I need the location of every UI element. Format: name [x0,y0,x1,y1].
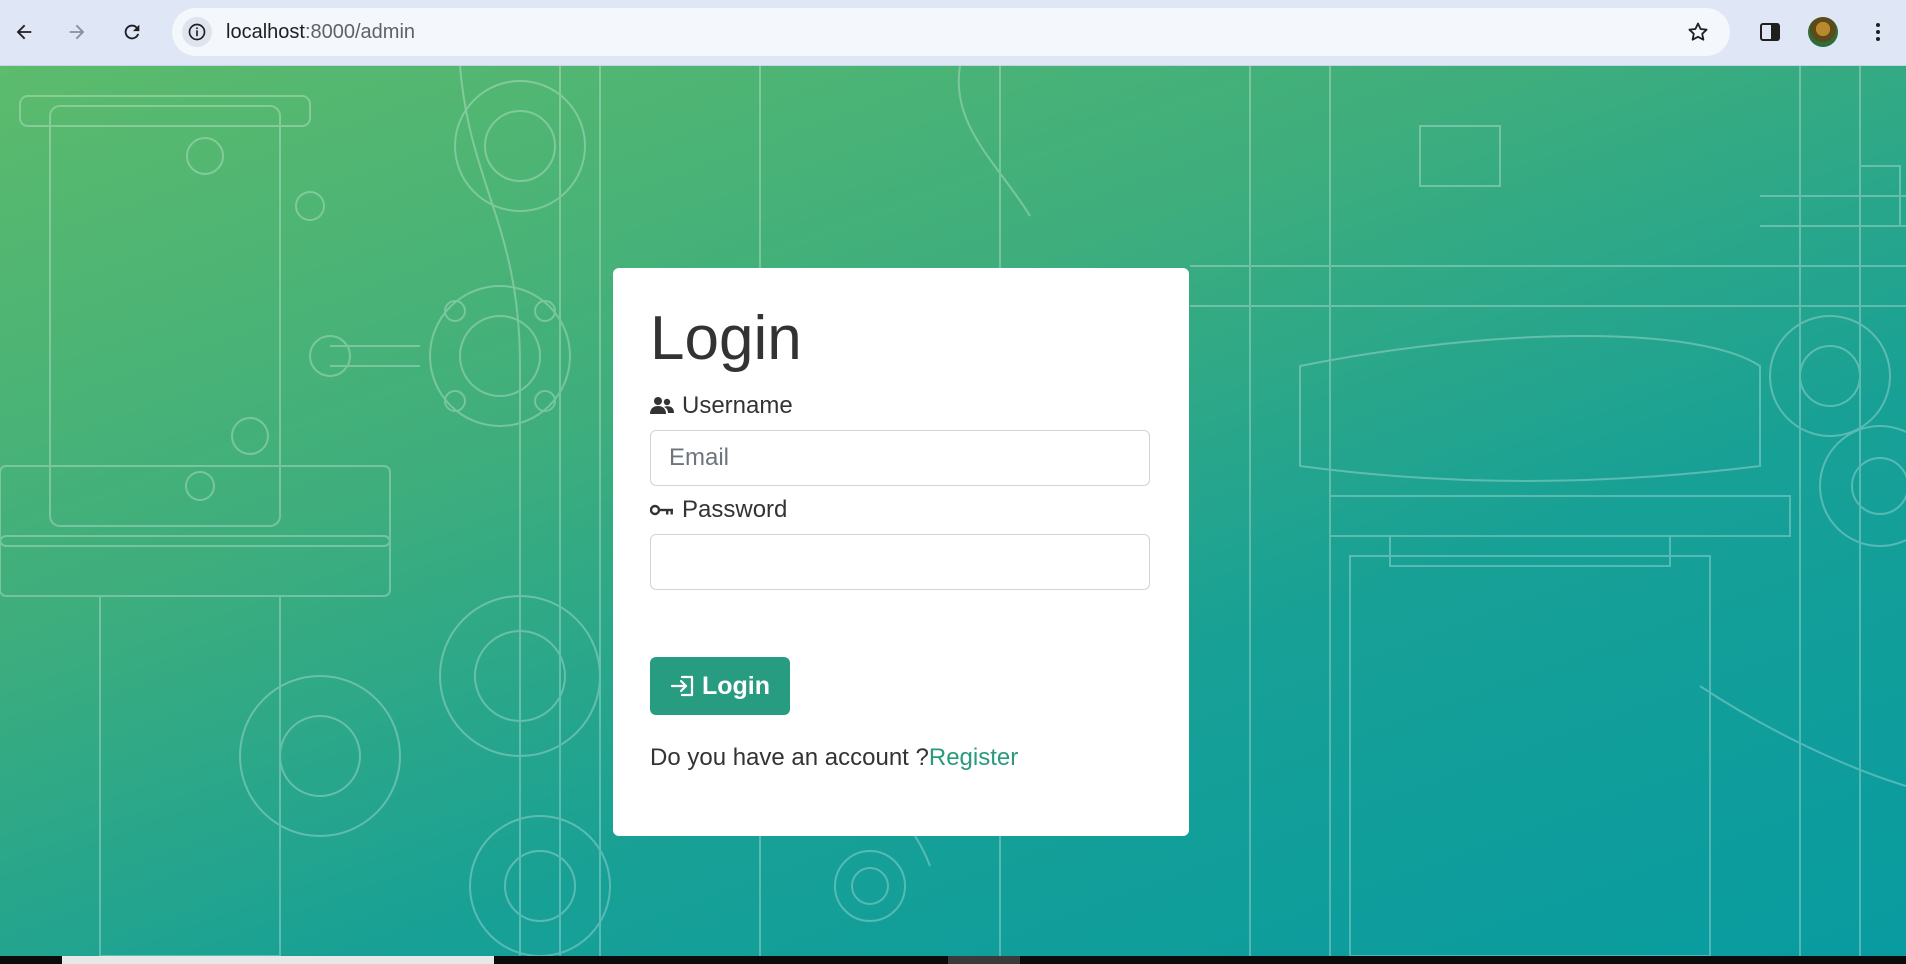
arrow-right-icon [69,24,85,40]
site-info-button[interactable] [182,17,212,47]
side-panel-button[interactable] [1755,17,1785,47]
browser-toolbar: localhost:8000/admin [0,0,1906,66]
register-prompt: Do you have an account ?Register [650,744,1018,772]
address-bar[interactable]: localhost:8000/admin [172,8,1730,56]
info-icon [188,23,206,41]
arrow-left-icon [16,24,32,40]
register-prompt-text: Do you have an account ? [650,744,929,771]
side-panel-icon [1760,23,1780,41]
reload-button[interactable] [115,15,149,49]
login-button-label: Login [701,671,771,700]
register-link[interactable]: Register [929,744,1018,771]
back-button[interactable] [7,15,41,49]
page-title: Login [650,304,802,373]
forward-button[interactable] [60,15,94,49]
url-text[interactable]: localhost:8000/admin [226,8,415,56]
password-input[interactable] [650,534,1150,590]
url-path: :8000/admin [304,21,416,43]
taskbar [0,956,1906,964]
login-button[interactable]: Login [650,657,790,715]
menu-button[interactable] [1863,17,1893,47]
username-input[interactable] [650,430,1150,486]
key-icon [650,504,673,516]
kebab-menu-icon [1876,23,1880,41]
avatar[interactable] [1808,17,1838,47]
username-label: Username [650,392,793,420]
users-icon [650,397,674,414]
password-label-text: Password [682,496,788,523]
star-icon[interactable] [1686,20,1710,44]
password-label: Password [650,496,787,524]
login-icon [670,675,694,697]
login-card: Login Username Password [613,268,1189,836]
taskbar-segment [62,956,494,964]
reload-icon [124,24,140,40]
taskbar-segment [948,956,1020,964]
username-label-text: Username [682,392,793,419]
url-host: localhost [226,21,305,43]
page-background: Login Username Password [0,66,1906,956]
